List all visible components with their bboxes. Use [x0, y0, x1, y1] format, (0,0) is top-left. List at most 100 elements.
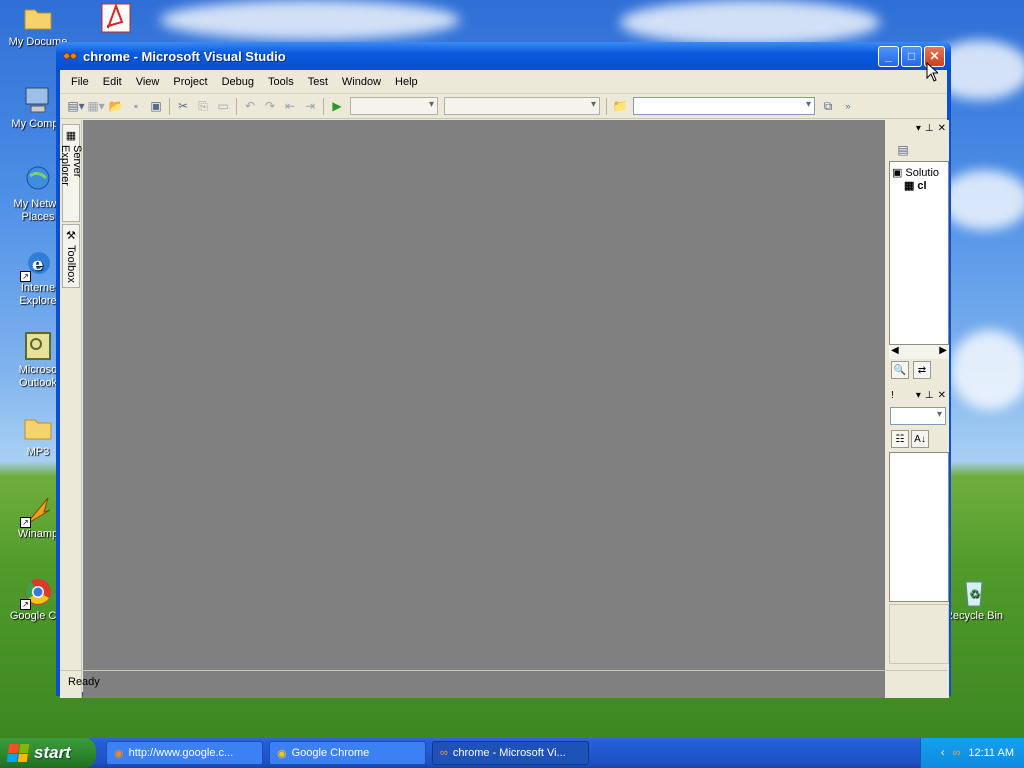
categorized-icon[interactable]: ☷	[891, 430, 909, 448]
properties-view-icon[interactable]: ▤	[893, 140, 913, 160]
shortcut-arrow-icon: ↗	[20, 271, 31, 282]
save-icon[interactable]: ▪	[126, 96, 146, 116]
new-project-icon[interactable]: ▤▾	[66, 96, 86, 116]
panel-menu-icon[interactable]: ▾	[916, 123, 921, 134]
tree-node-solution[interactable]: ▣ Solutio	[892, 166, 946, 180]
save-all-icon[interactable]: ▣	[146, 96, 166, 116]
window-title: chrome - Microsoft Visual Studio	[83, 48, 286, 64]
window-client: File Edit View Project Debug Tools Test …	[59, 70, 949, 698]
pin-icon[interactable]: ⊥	[925, 123, 934, 134]
windows-flag-icon	[6, 744, 30, 762]
toolbar-overflow-icon[interactable]: »	[838, 96, 858, 116]
properties-header: ! ▾ ⊥ ✕	[891, 390, 946, 401]
solution-explorer-toolbar: ▤	[889, 137, 949, 161]
properties-toolbar: ☷ A↓	[889, 428, 949, 452]
menu-view[interactable]: View	[129, 76, 167, 88]
toolbar-separator	[236, 97, 237, 115]
menu-window[interactable]: Window	[335, 76, 388, 88]
svg-text:♻: ♻	[969, 587, 980, 601]
undo-icon[interactable]: ↶	[240, 96, 260, 116]
panel-close-icon[interactable]: ✕	[938, 390, 946, 401]
taskbar-button-visual-studio[interactable]: ∞ chrome - Microsoft Vi...	[432, 741, 589, 765]
shortcut-arrow-icon: ↗	[20, 599, 31, 610]
cut-icon[interactable]: ✂	[173, 96, 193, 116]
taskbar: start ◉ http://www.google.c... ◉ Google …	[0, 738, 1024, 768]
taskbar-button-chrome[interactable]: ◉ Google Chrome	[269, 741, 426, 765]
taskbar-button-firefox[interactable]: ◉ http://www.google.c...	[106, 741, 263, 765]
solution-configuration-select[interactable]	[350, 97, 438, 115]
solution-icon: ▣	[892, 167, 903, 179]
find-in-files-icon[interactable]: 📁	[610, 96, 630, 116]
clock[interactable]: 12:11 AM	[968, 747, 1014, 759]
menu-help[interactable]: Help	[388, 76, 425, 88]
class-view-tab-icon[interactable]: ⇄	[913, 361, 931, 379]
scroll-right-icon[interactable]: ▶	[939, 345, 947, 359]
find-combo[interactable]	[633, 97, 815, 115]
start-button[interactable]: start	[0, 738, 96, 768]
maximize-button[interactable]: □	[901, 45, 922, 67]
tab-server-explorer[interactable]: ▦ Server Explorer	[59, 124, 83, 222]
properties-grid	[889, 452, 949, 602]
solution-tree: ▣ Solutio ▦ cl	[889, 161, 949, 345]
toolbar-separator	[169, 97, 170, 115]
alphabetical-icon[interactable]: A↓	[911, 430, 929, 448]
toolbar-separator	[323, 97, 324, 115]
panel-tabs: 🔍 ⇄	[889, 359, 949, 383]
scroll-left-icon[interactable]: ◀	[891, 345, 899, 359]
properties-object-select[interactable]	[890, 407, 946, 425]
cloud	[940, 170, 1024, 230]
visual-studio-icon	[62, 49, 78, 63]
outlook-icon	[22, 330, 54, 362]
menu-edit[interactable]: Edit	[96, 76, 129, 88]
winamp-icon: ↗	[20, 494, 54, 528]
menu-project[interactable]: Project	[166, 76, 214, 88]
horizontal-scrollbar[interactable]: ◀ ▶	[889, 345, 949, 359]
visual-studio-tray-icon[interactable]: ∞	[952, 747, 960, 759]
status-text: Ready	[68, 675, 100, 688]
minimize-button[interactable]: _	[878, 45, 899, 67]
menu-bar: File Edit View Project Debug Tools Test …	[60, 70, 947, 94]
network-globe-icon	[22, 164, 54, 196]
tree-node-project[interactable]: ▦ cl	[892, 179, 946, 193]
navigate-backward-icon[interactable]: ⇤	[280, 96, 300, 116]
start-debugging-icon[interactable]: ▶	[327, 96, 347, 116]
status-bar: Ready	[60, 670, 947, 692]
solution-explorer-panel: ▾ ⊥ ✕ ▤ ▣ Solutio ▦ cl ◀ ▶ 🔍 ⇄ ! ▾ ⊥ ✕ ▾…	[889, 120, 949, 698]
server-explorer-icon: ▦	[64, 129, 77, 142]
toolbox-icon: ⚒	[64, 229, 77, 242]
menu-tools[interactable]: Tools	[261, 76, 301, 88]
paste-icon[interactable]: ▭	[213, 96, 233, 116]
firefox-icon: ◉	[114, 747, 124, 760]
system-tray: ‹ ∞ 12:11 AM	[920, 738, 1024, 768]
tray-expand-icon[interactable]: ‹	[941, 747, 945, 759]
title-bar[interactable]: chrome - Microsoft Visual Studio _ □ ✕	[56, 42, 951, 70]
menu-debug[interactable]: Debug	[215, 76, 261, 88]
solution-explorer-toolbar-icon[interactable]: ⧉	[818, 96, 838, 116]
panel-menu-icon[interactable]: ▾	[916, 390, 921, 401]
folder-icon	[22, 2, 54, 34]
solution-platform-select[interactable]	[444, 97, 600, 115]
pin-icon[interactable]: ⊥	[925, 390, 934, 401]
panel-close-icon[interactable]: ✕	[938, 123, 946, 134]
navigate-forward-icon[interactable]: ⇥	[300, 96, 320, 116]
standard-toolbar: ▤▾ ▦▾ 📂 ▪ ▣ ✂ ⎘ ▭ ↶ ↷ ⇤ ⇥ ▶ 📁 ⧉ »	[60, 94, 947, 119]
chrome-icon: ◉	[277, 747, 287, 760]
menu-file[interactable]: File	[64, 76, 96, 88]
computer-icon	[22, 84, 54, 116]
mouse-cursor-icon	[926, 61, 940, 85]
menu-test[interactable]: Test	[301, 76, 335, 88]
open-file-icon[interactable]: 📂	[106, 96, 126, 116]
pdf-shortcut-icon[interactable]	[100, 2, 132, 34]
tab-toolbox[interactable]: ⚒ Toolbox	[62, 224, 80, 288]
solution-explorer-tab-icon[interactable]: 🔍	[891, 361, 909, 379]
redo-icon[interactable]: ↷	[260, 96, 280, 116]
cloud	[620, 0, 880, 45]
add-item-icon[interactable]: ▦▾	[86, 96, 106, 116]
copy-icon[interactable]: ⎘	[193, 96, 213, 116]
visual-studio-icon: ∞	[440, 747, 448, 759]
visual-studio-window[interactable]: chrome - Microsoft Visual Studio _ □ ✕ F…	[56, 42, 951, 698]
properties-description	[889, 604, 949, 664]
toolbar-separator	[606, 97, 607, 115]
project-icon: ▦	[904, 180, 915, 192]
svg-text:e: e	[32, 254, 43, 275]
